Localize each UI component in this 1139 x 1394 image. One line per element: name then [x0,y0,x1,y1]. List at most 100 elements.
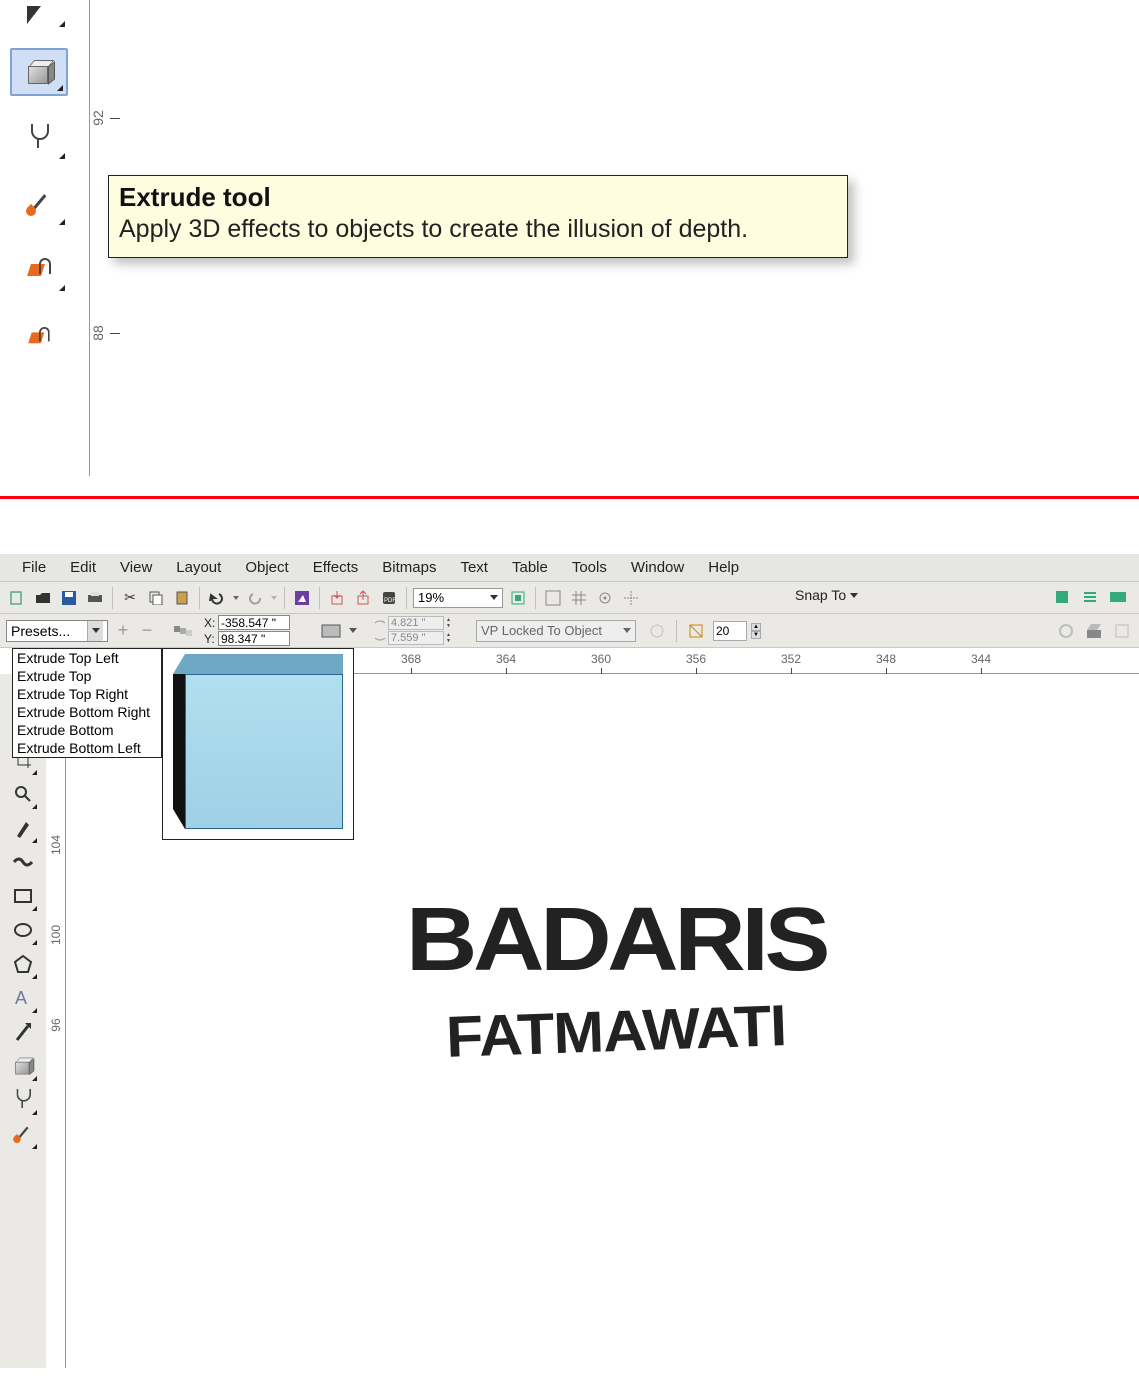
app-window: File Edit View Layout Object Effects Bit… [0,554,1139,1368]
dropdown-arrow-icon [623,628,631,633]
toolbox: A [0,674,46,1368]
transparency-tool-icon[interactable] [8,1084,38,1116]
presets-dropdown-list: Extrude Top Left Extrude Top Extrude Top… [12,648,162,758]
lock-ratio-icon [374,618,386,628]
transparency-tool-button[interactable] [10,114,68,162]
preset-option[interactable]: Extrude Bottom Left [13,739,161,757]
extrude-preview [162,648,354,840]
page-vp-icon[interactable] [685,620,707,642]
show-guidelines-icon[interactable] [594,587,616,609]
preset-option[interactable]: Extrude Top Left [13,649,161,667]
menu-window[interactable]: Window [619,555,696,580]
show-rulers-icon[interactable] [542,587,564,609]
menu-file[interactable]: File [10,555,58,580]
dropdown-arrow-icon [92,628,100,633]
redo-icon[interactable] [244,587,266,609]
snap-to-button[interactable]: Snap To [795,587,858,603]
depth-input[interactable]: 20 [713,621,747,641]
toolbox-column [0,0,90,476]
smart-fill-tool-button[interactable] [10,312,68,360]
open-icon[interactable] [32,587,54,609]
show-grid-icon[interactable] [568,587,590,609]
svg-text:A: A [15,989,27,1007]
property-bar: Presets... + − X: -358.547 " Y: 98.347 "… [0,614,1139,648]
x-coordinate-input[interactable]: -358.547 " [218,615,290,630]
presets-combo[interactable]: Presets... [6,620,108,642]
menu-table[interactable]: Table [500,555,560,580]
x-label: X: [204,616,216,630]
text-line-2: FATMAWATI [216,984,1016,1079]
menu-view[interactable]: View [108,555,164,580]
ellipse-tool-icon[interactable] [8,914,38,946]
table-tool-icon[interactable] [8,1016,38,1048]
menu-bar: File Edit View Layout Object Effects Bit… [0,554,1139,582]
dropdown-arrow-icon[interactable] [348,620,358,642]
lock-ratio-icon [374,633,386,643]
menu-text[interactable]: Text [448,555,500,580]
depth-spinner[interactable]: ▲▼ [751,623,761,639]
add-preset-button[interactable]: + [114,620,132,641]
cut-icon[interactable]: ✂ [119,587,141,609]
app-launcher-icon[interactable] [1079,586,1101,608]
corel-connect-icon[interactable] [1107,586,1129,608]
menu-tools[interactable]: Tools [560,555,619,580]
extrusion-color-icon[interactable] [1083,620,1105,642]
zoom-tool-icon[interactable] [8,778,38,810]
artwork-text[interactable]: BADARIS FATMAWATI [236,889,996,1065]
preset-option[interactable]: Extrude Top Right [13,685,161,703]
save-icon[interactable] [58,587,80,609]
undo-icon[interactable] [206,587,228,609]
undo-dropdown-icon[interactable] [232,587,240,609]
redo-dropdown-icon[interactable] [270,587,278,609]
y-coordinate-input[interactable]: 98.347 " [218,631,290,646]
extrusion-rotation-icon[interactable] [1055,620,1077,642]
preset-option[interactable]: Extrude Top [13,667,161,685]
zoom-level-combo[interactable]: 19% [413,588,503,608]
ruler-tick-label: 92 [90,110,106,126]
top-screenshot-section: 92 88 Extrude tool Apply 3D effects to o… [0,0,1139,476]
eyedropper-tool-icon[interactable] [8,1118,38,1150]
import-icon[interactable] [326,587,348,609]
presets-label: Presets... [11,623,70,639]
publish-pdf-icon[interactable]: PDF [378,587,400,609]
text-tool-icon[interactable]: A [8,982,38,1014]
preset-option[interactable]: Extrude Bottom [13,721,161,739]
preset-option[interactable]: Extrude Bottom Right [13,703,161,721]
tool-unknown-top[interactable] [10,0,68,30]
rectangle-tool-icon[interactable] [8,880,38,912]
remove-preset-button[interactable]: − [138,620,156,641]
new-icon[interactable] [6,587,28,609]
extrusion-type-icon[interactable] [172,620,194,642]
menu-edit[interactable]: Edit [58,555,108,580]
zoom-value: 19% [418,590,444,605]
copy-icon[interactable] [145,587,167,609]
vanishing-point-combo[interactable]: VP Locked To Object [476,620,636,642]
search-content-icon[interactable] [291,587,313,609]
artistic-media-tool-icon[interactable] [8,846,38,878]
print-icon[interactable] [84,587,106,609]
separator-line [0,496,1139,499]
menu-help[interactable]: Help [696,555,751,580]
dynamic-guides-icon[interactable] [620,587,642,609]
color-eyedropper-tool-button[interactable] [10,180,68,228]
extrude-tool-button[interactable] [10,48,68,96]
export-icon[interactable] [352,587,374,609]
interactive-fill-tool-button[interactable] [10,246,68,294]
freehand-tool-icon[interactable] [8,812,38,844]
menu-object[interactable]: Object [233,555,300,580]
extrusion-depth-type-icon[interactable] [320,620,342,642]
options-icon[interactable] [1051,586,1073,608]
extrusion-bevel-icon[interactable] [1111,620,1133,642]
main-workspace: 368 364 360 356 352 348 344 104 100 96 A [0,648,1139,1368]
y-label: Y: [204,632,216,646]
menu-layout[interactable]: Layout [164,555,233,580]
copy-vp-icon[interactable] [646,620,668,642]
menu-bitmaps[interactable]: Bitmaps [370,555,448,580]
polygon-tool-icon[interactable] [8,948,38,980]
extrude-tool-icon[interactable] [8,1050,38,1082]
full-screen-icon[interactable] [507,587,529,609]
menu-effects[interactable]: Effects [301,555,371,580]
width-input[interactable]: 4.821 " [388,616,444,630]
height-input[interactable]: 7.559 " [388,631,444,645]
paste-icon[interactable] [171,587,193,609]
